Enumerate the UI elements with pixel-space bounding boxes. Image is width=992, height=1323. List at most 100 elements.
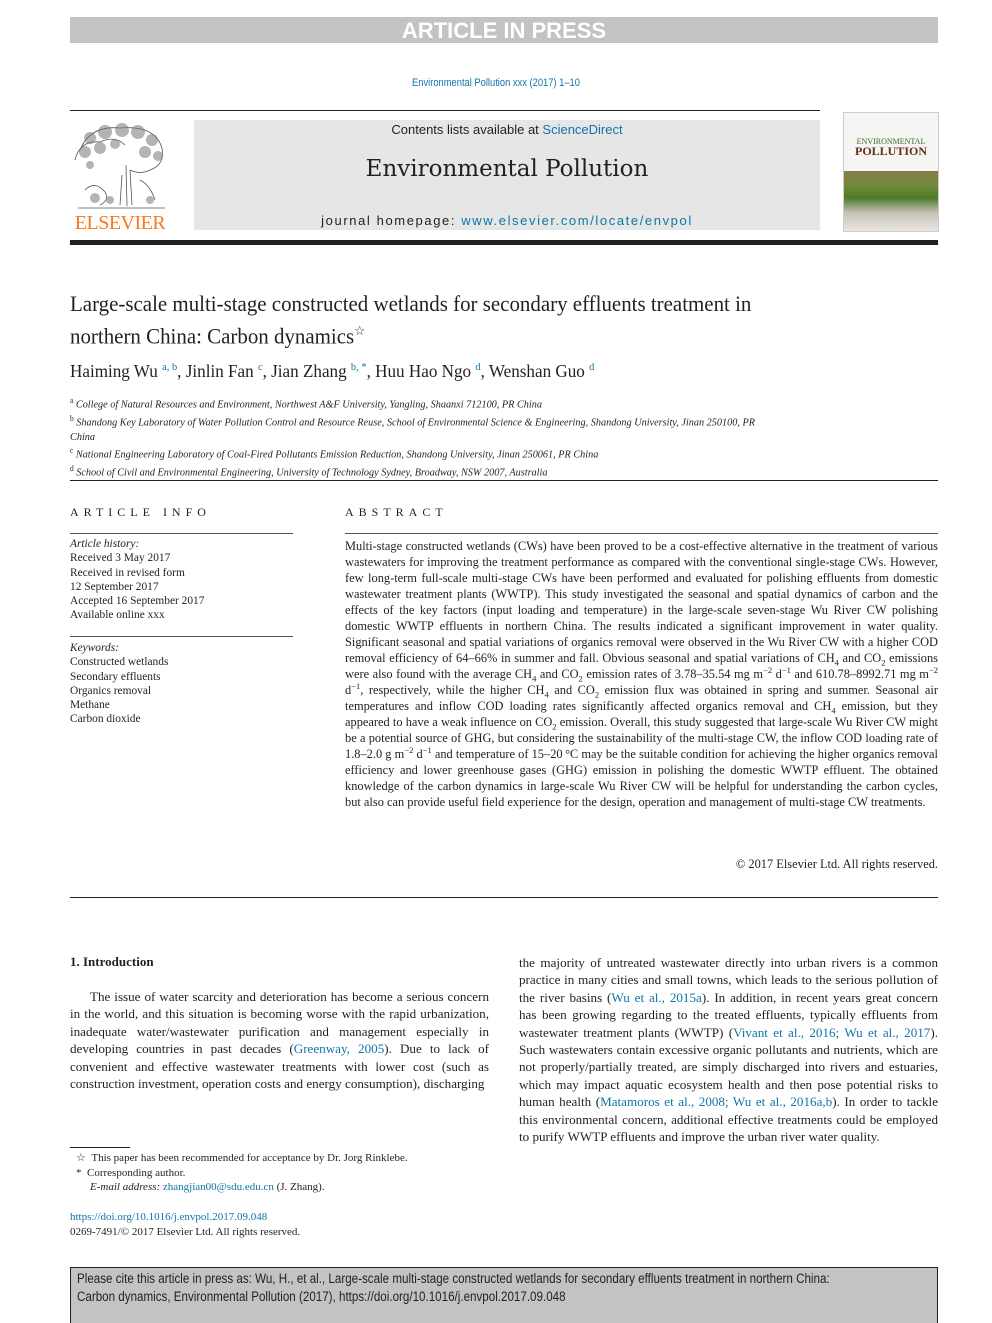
divider [70, 533, 293, 535]
affiliation-item: d School of Civil and Environmental Engi… [70, 462, 777, 480]
affiliation-item: c National Engineering Laboratory of Coa… [70, 444, 777, 462]
divider [345, 533, 938, 535]
author-affiliation-marker[interactable]: b, * [351, 361, 367, 373]
title-footnote-star-icon[interactable]: ☆ [354, 323, 365, 338]
abstract-text: and 610.78–8992.71 mg m [790, 667, 929, 681]
affiliation-key: c [70, 446, 74, 456]
affiliation-key: d [70, 464, 74, 474]
article-history: Article history: Received 3 May 2017 Rec… [70, 537, 293, 623]
contents-line: Contents lists available at ScienceDirec… [194, 122, 820, 137]
history-item: Accepted 16 September 2017 [70, 595, 205, 608]
author-separator: , [480, 361, 489, 381]
footnote-divider [70, 1147, 130, 1148]
citation-link[interactable]: Wu et al., 2015a [611, 990, 701, 1005]
footnote-text: This paper has been recommended for acce… [91, 1152, 408, 1164]
affiliation-text: Shandong Key Laboratory of Water Polluti… [70, 416, 755, 443]
divider [70, 480, 938, 481]
doi-link[interactable]: https://doi.org/10.1016/j.envpol.2017.09… [70, 1211, 267, 1223]
citation-notice-text: Please cite this article in press as: Wu… [77, 1271, 830, 1304]
elsevier-wordmark: ELSEVIER [74, 212, 166, 234]
keyword-item: Carbon dioxide [70, 713, 141, 726]
author-affiliation-marker[interactable]: a, b [162, 361, 177, 373]
citation-notice-box: Please cite this article in press as: Wu… [70, 1267, 938, 1323]
citation-link[interactable]: Matamoros et al., 2008; Wu et al., 2016a… [600, 1094, 832, 1109]
divider [70, 897, 938, 898]
author-separator: , [262, 361, 272, 381]
author-name[interactable]: Haiming Wu [70, 361, 158, 381]
email-link[interactable]: zhangjian00@sdu.edu.cn [163, 1181, 274, 1193]
history-item: Received 3 May 2017 [70, 552, 171, 565]
article-in-press-banner: ARTICLE IN PRESS [70, 17, 938, 43]
section-heading-introduction: 1. Introduction [70, 954, 154, 969]
contents-prefix: Contents lists available at [391, 122, 543, 137]
footnote-recommendation: ☆ This paper has been recommended for ac… [76, 1151, 506, 1166]
author-separator: , [177, 361, 186, 381]
affiliation-text: College of Natural Resources and Environ… [75, 398, 542, 411]
footnotes: ☆ This paper has been recommended for ac… [76, 1151, 506, 1195]
abstract-text: and CO [536, 667, 579, 681]
abstract-text: and CO [548, 683, 595, 697]
homepage-link[interactable]: www.elsevier.com/locate/envpol [461, 213, 693, 228]
homepage-prefix: journal homepage: [321, 213, 462, 228]
superscript: −1 [351, 680, 361, 691]
body-column-left: The issue of water scarcity and deterior… [70, 988, 489, 1092]
author-list: Haiming Wu a, b, Jinlin Fan c, Jian Zhan… [70, 361, 830, 382]
paragraph: The issue of water scarcity and deterior… [70, 988, 489, 1092]
author-name[interactable]: Wenshan Guo [489, 361, 585, 381]
article-info-heading: ARTICLE INFO [70, 505, 211, 519]
history-item: Available online xxx [70, 609, 165, 622]
footnote-star-icon: ☆ [76, 1152, 86, 1164]
affiliation-item: b Shandong Key Laboratory of Water Pollu… [70, 412, 777, 444]
abstract-text: and CO [838, 651, 882, 665]
author-name[interactable]: Jian Zhang [271, 361, 347, 381]
abstract-text: , respectively, while the higher CH [360, 683, 545, 697]
footnote-corresponding: * Corresponding author. [76, 1166, 506, 1181]
journal-masthead: Contents lists available at ScienceDirec… [194, 120, 820, 230]
superscript: −2 [404, 744, 414, 755]
sciencedirect-link[interactable]: ScienceDirect [542, 122, 622, 137]
keywords-label: Keywords: [70, 642, 119, 654]
asterisk-icon: * [76, 1166, 82, 1179]
affiliation-key: b [70, 413, 74, 423]
footnote-text: (J. Zhang). [273, 1181, 325, 1193]
superscript: −2 [928, 664, 938, 675]
divider [70, 636, 293, 638]
abstract-heading: ABSTRACT [345, 505, 448, 519]
keyword-item: Organics removal [70, 684, 152, 697]
elsevier-logo[interactable]: ELSEVIER [70, 120, 170, 234]
history-item: 12 September 2017 [70, 580, 159, 593]
author-name[interactable]: Huu Hao Ngo [375, 361, 471, 381]
title-text: Large-scale multi-stage constructed wetl… [70, 291, 752, 349]
keyword-item: Methane [70, 699, 110, 712]
article-history-label: Article history: [70, 538, 140, 550]
affiliation-text: National Engineering Laboratory of Coal-… [75, 448, 599, 461]
footnote-email: E-mail address: zhangjian00@sdu.edu.cn (… [76, 1180, 506, 1195]
journal-homepage: journal homepage: www.elsevier.com/locat… [194, 213, 820, 228]
footnote-text: Corresponding author. [87, 1166, 186, 1179]
abstract-text: d [413, 747, 423, 761]
author-separator: , [366, 361, 376, 381]
author-name[interactable]: Jinlin Fan [186, 361, 254, 381]
affiliation-key: a [70, 396, 74, 405]
history-item: Received in revised form [70, 566, 185, 579]
keyword-item: Secondary effluents [70, 670, 161, 683]
journal-cover-thumbnail[interactable]: ENVIRONMENTAL POLLUTION [843, 112, 939, 232]
citation-link[interactable]: Greenway, 2005 [294, 1041, 385, 1056]
author-affiliation-marker[interactable]: d [589, 361, 594, 373]
affiliation-text: School of Civil and Environmental Engine… [76, 466, 548, 479]
abstract-text: and temperature of 15–20 °C may be the s… [345, 747, 939, 809]
citation-link[interactable]: Vivant et al., 2016; Wu et al., 2017 [733, 1025, 930, 1040]
elsevier-tree-icon [74, 123, 165, 209]
divider [70, 110, 820, 111]
superscript: −1 [422, 744, 432, 755]
abstract-text: Multi-stage constructed wetlands (CWs) h… [345, 539, 938, 665]
email-label: E-mail address: [90, 1181, 161, 1193]
affiliation-item: a College of Natural Resources and Envir… [70, 394, 777, 412]
body-column-right: the majority of untreated wastewater dir… [519, 954, 938, 1145]
journal-citation-line[interactable]: Environmental Pollution xxx (2017) 1–10 [74, 77, 917, 89]
affiliations: a College of Natural Resources and Envir… [70, 394, 777, 480]
cover-title-line2: POLLUTION [854, 144, 927, 158]
journal-title: Environmental Pollution [365, 156, 649, 182]
abstract-copyright: © 2017 Elsevier Ltd. All rights reserved… [735, 857, 938, 871]
header-divider [70, 240, 938, 245]
